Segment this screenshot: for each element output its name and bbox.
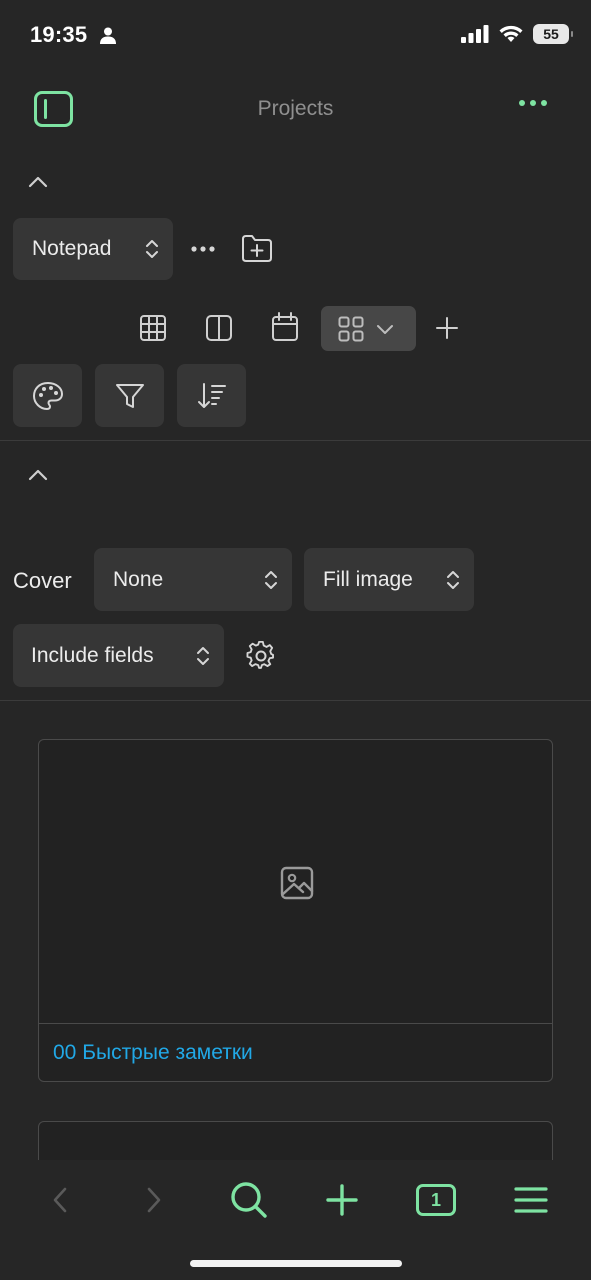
image-placeholder-icon: [280, 866, 314, 900]
calendar-view-icon[interactable]: [271, 312, 299, 342]
image-fit-select[interactable]: Fill image: [304, 548, 474, 611]
include-fields-select[interactable]: Include fields: [13, 624, 224, 687]
palette-icon: [32, 381, 63, 410]
person-icon: [100, 27, 116, 44]
gallery-view-dropdown[interactable]: [321, 306, 416, 351]
wifi-icon: [499, 25, 523, 42]
tabs-count-button[interactable]: 1: [416, 1184, 456, 1216]
add-view-icon[interactable]: [435, 316, 459, 340]
filter-icon: [115, 383, 144, 408]
chevron-up-icon[interactable]: [28, 468, 48, 482]
grid-view-icon: [338, 316, 364, 341]
cover-select[interactable]: None: [94, 548, 292, 611]
signal-icon: [461, 25, 489, 43]
notepad-select-label: Notepad: [32, 237, 112, 260]
image-fit-value: Fill image: [323, 567, 413, 591]
battery-indicator: 55: [533, 24, 573, 44]
status-time: 19:35: [30, 22, 88, 47]
up-down-icon: [197, 646, 209, 665]
home-indicator: [190, 1260, 402, 1267]
more-options-button[interactable]: [519, 100, 547, 106]
chevron-up-icon[interactable]: [28, 175, 48, 189]
board-view-icon[interactable]: [205, 314, 233, 342]
include-fields-value: Include fields: [31, 643, 154, 667]
cover-label: Cover: [13, 568, 72, 593]
card-divider: [39, 1023, 552, 1024]
page-title: Projects: [257, 97, 334, 120]
up-down-icon: [265, 570, 277, 589]
forward-arrow-icon[interactable]: [145, 1186, 163, 1214]
add-note-icon[interactable]: [325, 1183, 359, 1217]
up-down-icon: [447, 570, 459, 589]
color-rules-button[interactable]: [13, 364, 82, 427]
back-arrow-icon[interactable]: [51, 1186, 69, 1214]
divider: [0, 440, 591, 441]
chevron-down-icon: [377, 324, 393, 334]
divider: [0, 700, 591, 701]
settings-gear-icon[interactable]: [246, 641, 276, 671]
new-folder-icon[interactable]: [241, 233, 273, 263]
status-indicators: 55: [461, 24, 573, 44]
filter-button[interactable]: [95, 364, 164, 427]
search-icon[interactable]: [230, 1181, 268, 1219]
table-view-icon[interactable]: [139, 314, 167, 342]
menu-icon[interactable]: [514, 1185, 548, 1215]
cover-select-value: None: [113, 567, 164, 591]
notepad-select[interactable]: Notepad: [13, 218, 173, 280]
card-title-link[interactable]: 00 Быстрые заметки: [53, 1041, 253, 1065]
sort-icon: [197, 382, 226, 408]
ellipsis-icon[interactable]: [190, 245, 216, 253]
up-down-icon: [146, 240, 158, 258]
sort-button[interactable]: [177, 364, 246, 427]
gallery-card[interactable]: 00 Быстрые заметки: [38, 739, 553, 1082]
